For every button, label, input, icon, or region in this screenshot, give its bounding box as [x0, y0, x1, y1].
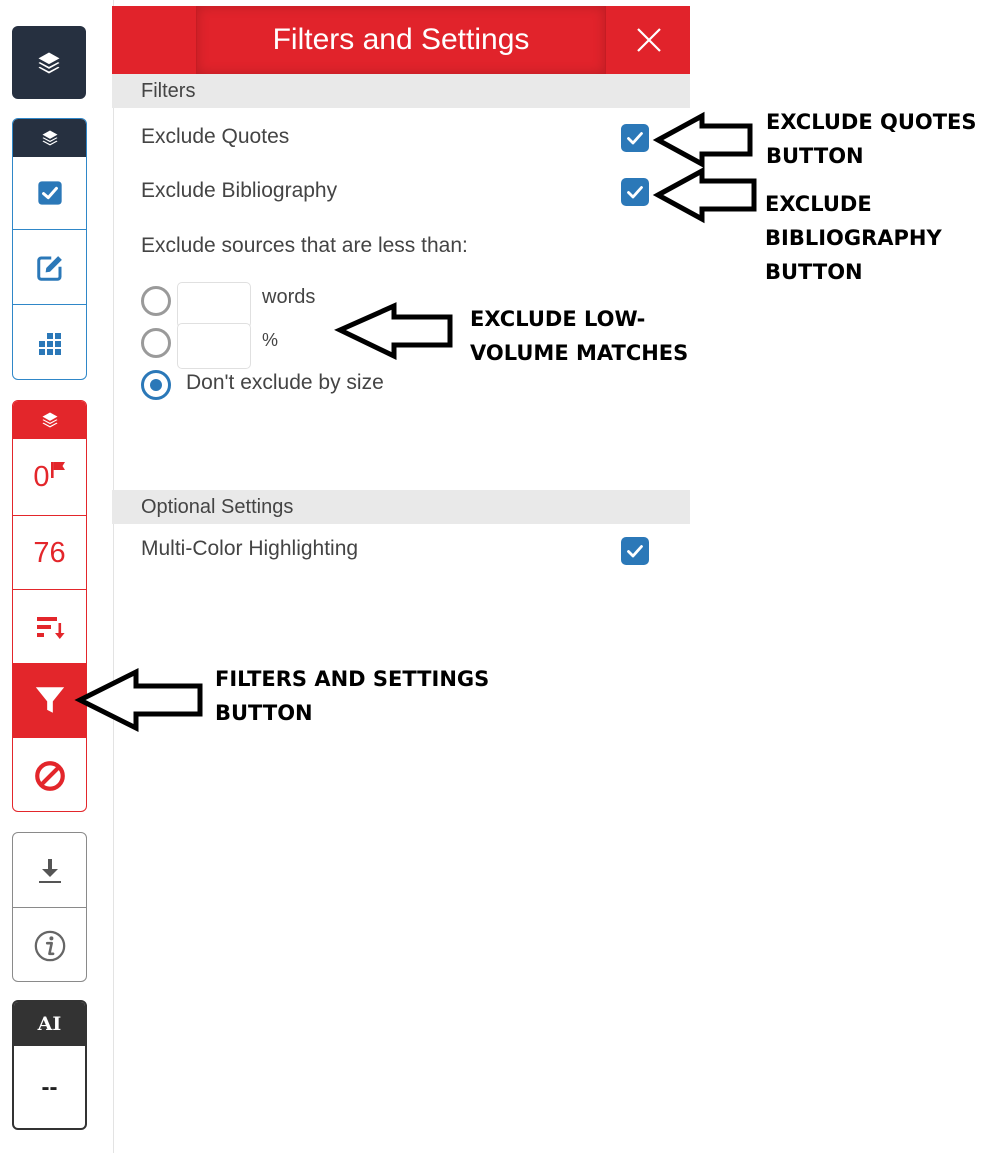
arrow-left-icon: [334, 302, 453, 360]
annotation-quotes: EXCLUDE QUOTES BUTTON: [766, 110, 977, 168]
arrow-left-icon: [652, 111, 753, 169]
annotation-filters-settings: FILTERS AND SETTINGS BUTTON: [215, 667, 490, 725]
annotation-bibliography: EXCLUDE BIBLIOGRAPHY BUTTON: [765, 192, 942, 284]
annotation-low-volume: EXCLUDE LOW- VOLUME MATCHES: [470, 307, 689, 365]
arrow-left-icon: [652, 166, 757, 224]
arrow-left-icon: [74, 667, 203, 733]
